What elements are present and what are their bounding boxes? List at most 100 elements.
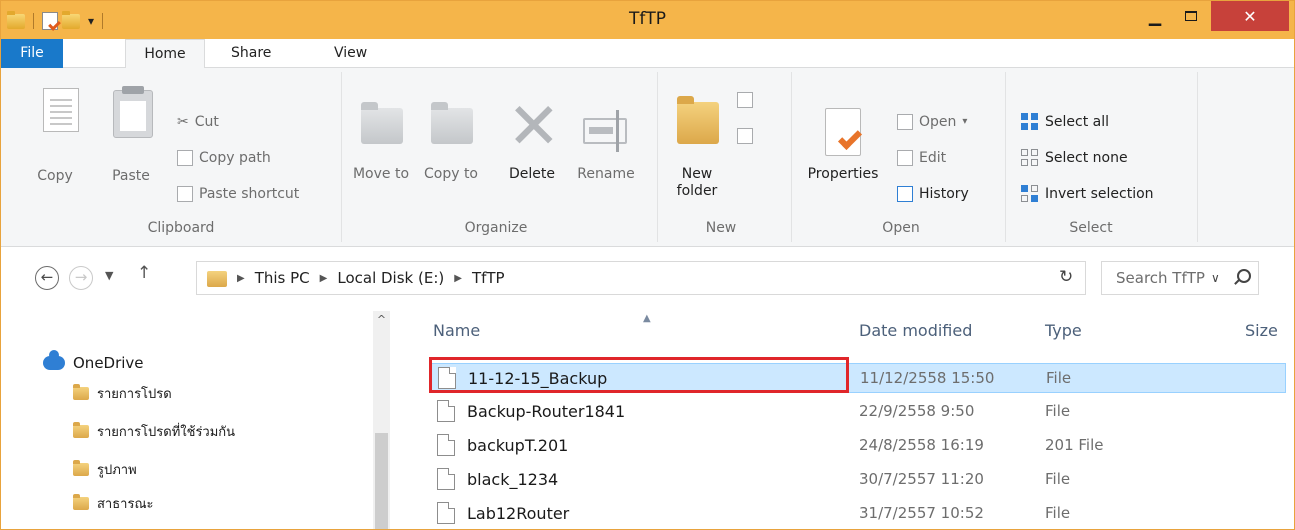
rename-icon: [583, 110, 627, 152]
edit-label: Edit: [919, 150, 947, 166]
group-label-clipboard: Clipboard: [147, 220, 215, 236]
recent-locations-icon[interactable]: ▼: [105, 269, 113, 282]
copy-icon: [43, 88, 79, 132]
move-to-button[interactable]: Move to: [351, 166, 411, 183]
nav-item-folder[interactable]: รูปภาพ: [73, 457, 137, 481]
nav-item-folder[interactable]: สาธารณะ: [73, 491, 154, 515]
open-label: Open: [919, 114, 957, 130]
file-list: ▲ Name Date modified Type Size 11-12-15_…: [391, 311, 1294, 529]
nav-item-folder[interactable]: รายการโปรดที่ใช้ร่วมกัน: [73, 419, 235, 443]
column-header-size[interactable]: Size: [1245, 321, 1294, 340]
open-button[interactable]: Open ▾: [897, 112, 967, 132]
breadcrumb-local-disk[interactable]: Local Disk (E:): [337, 269, 444, 287]
tab-home[interactable]: Home: [125, 39, 205, 69]
address-bar[interactable]: ▶ This PC ▶ Local Disk (E:) ▶ TfTP ∨: [196, 261, 1220, 295]
delete-icon: ✕: [507, 90, 561, 164]
group-separator: [341, 72, 342, 242]
refresh-icon[interactable]: ↻: [1059, 267, 1073, 287]
paste-icon: [113, 86, 153, 138]
group-label-open: Open: [882, 220, 920, 236]
column-header-type[interactable]: Type: [1045, 321, 1082, 340]
column-header-date[interactable]: Date modified: [859, 321, 972, 340]
select-all-button[interactable]: Select all: [1021, 112, 1109, 132]
file-type: File: [1045, 402, 1071, 420]
file-icon: [437, 468, 455, 490]
breadcrumb-tftp[interactable]: TfTP: [472, 269, 505, 287]
nav-item-folder[interactable]: รายการโปรด: [73, 381, 172, 405]
chevron-down-icon: ▾: [962, 116, 968, 127]
select-none-icon: [1021, 149, 1039, 167]
file-type: File: [1045, 504, 1071, 522]
file-date: 30/7/2557 11:20: [859, 470, 984, 488]
new-folder-button[interactable]: New folder: [665, 166, 729, 200]
file-name: Lab12Router: [467, 503, 570, 523]
select-all-label: Select all: [1045, 114, 1109, 130]
tab-view[interactable]: View: [334, 39, 367, 68]
history-icon: [897, 186, 913, 202]
navpane-scrollbar[interactable]: ^: [373, 311, 390, 529]
group-label-select: Select: [1069, 220, 1113, 236]
breadcrumb-arrow-icon[interactable]: ▶: [454, 273, 462, 284]
folder-icon: [73, 493, 89, 510]
navigation-bar: ← → ▼ ↑ ▶ This PC ▶ Local Disk (E:) ▶ Tf…: [1, 247, 1294, 311]
copy-path-button[interactable]: Copy path: [177, 148, 271, 168]
cut-button[interactable]: ✂ Cut: [177, 112, 219, 132]
table-row[interactable]: black_1234 30/7/2557 11:20 File: [431, 465, 1286, 495]
properties-button[interactable]: Properties: [801, 166, 885, 183]
tab-share[interactable]: Share: [231, 39, 271, 68]
edit-button[interactable]: Edit: [897, 148, 946, 168]
file-date: 22/9/2558 9:50: [859, 402, 975, 420]
breadcrumb-arrow-icon[interactable]: ▶: [320, 273, 328, 284]
table-row[interactable]: backupT.201 24/8/2558 16:19 201 File: [431, 431, 1286, 461]
nav-item-label: สาธารณะ: [97, 496, 154, 512]
breadcrumb-arrow-icon[interactable]: ▶: [237, 273, 245, 284]
up-arrow-icon[interactable]: ↑: [137, 263, 151, 283]
search-input[interactable]: Search TfTP: [1116, 269, 1205, 287]
annotation-highlight-box: [429, 357, 849, 393]
search-box[interactable]: Search TfTP: [1101, 261, 1259, 295]
new-item-icon[interactable]: [737, 92, 753, 108]
back-button[interactable]: ←: [35, 266, 59, 290]
scroll-thumb[interactable]: [375, 433, 388, 529]
column-header-name[interactable]: Name: [433, 321, 480, 340]
minimize-button[interactable]: ▁: [1137, 1, 1173, 31]
folder-icon: [73, 383, 89, 400]
maximize-button[interactable]: [1173, 1, 1209, 31]
nav-item-label: รายการโปรดที่ใช้ร่วมกัน: [97, 424, 236, 440]
ribbon-home: Copy Paste ✂ Cut Copy path Paste shortcut…: [1, 68, 1294, 247]
copy-path-icon: [177, 150, 193, 166]
paste-button[interactable]: Paste: [103, 168, 159, 185]
nav-item-onedrive[interactable]: OneDrive: [43, 350, 144, 375]
breadcrumb-this-pc[interactable]: This PC: [255, 269, 310, 287]
close-button[interactable]: ✕: [1211, 1, 1289, 31]
forward-button[interactable]: →: [69, 266, 93, 290]
window-title: TfTP: [628, 9, 666, 29]
maximize-icon: [1185, 11, 1197, 21]
title-bar[interactable]: ▾ TfTP ▁ ✕: [1, 1, 1294, 39]
onedrive-cloud-icon: [43, 350, 65, 370]
rename-button[interactable]: Rename: [571, 166, 641, 183]
group-separator: [1005, 72, 1006, 242]
copy-to-button[interactable]: Copy to: [421, 166, 481, 183]
tab-file[interactable]: File: [1, 39, 63, 68]
invert-selection-button[interactable]: Invert selection: [1021, 184, 1154, 204]
sort-ascending-icon: ▲: [643, 313, 651, 324]
scroll-up-icon[interactable]: ^: [373, 311, 390, 331]
search-icon: [1237, 269, 1251, 283]
cut-label: Cut: [194, 114, 219, 130]
copy-button[interactable]: Copy: [25, 168, 85, 185]
select-none-button[interactable]: Select none: [1021, 148, 1128, 168]
copy-to-icon: [431, 102, 473, 144]
table-row[interactable]: Backup-Router1841 22/9/2558 9:50 File: [431, 397, 1286, 427]
ribbon-tabs: File Home Share View ^ ?: [1, 39, 1294, 101]
table-row[interactable]: Lab12Router 31/7/2557 10:52 File: [431, 499, 1286, 529]
file-name-cell: black_1234: [437, 468, 558, 490]
history-button[interactable]: History: [897, 184, 969, 204]
nav-item-label: OneDrive: [73, 354, 144, 372]
easy-access-icon[interactable]: [737, 128, 753, 144]
paste-shortcut-button[interactable]: Paste shortcut: [177, 184, 299, 204]
file-type: File: [1046, 369, 1072, 387]
delete-button[interactable]: Delete: [501, 166, 563, 183]
file-icon: [437, 502, 455, 524]
select-none-label: Select none: [1045, 150, 1128, 166]
